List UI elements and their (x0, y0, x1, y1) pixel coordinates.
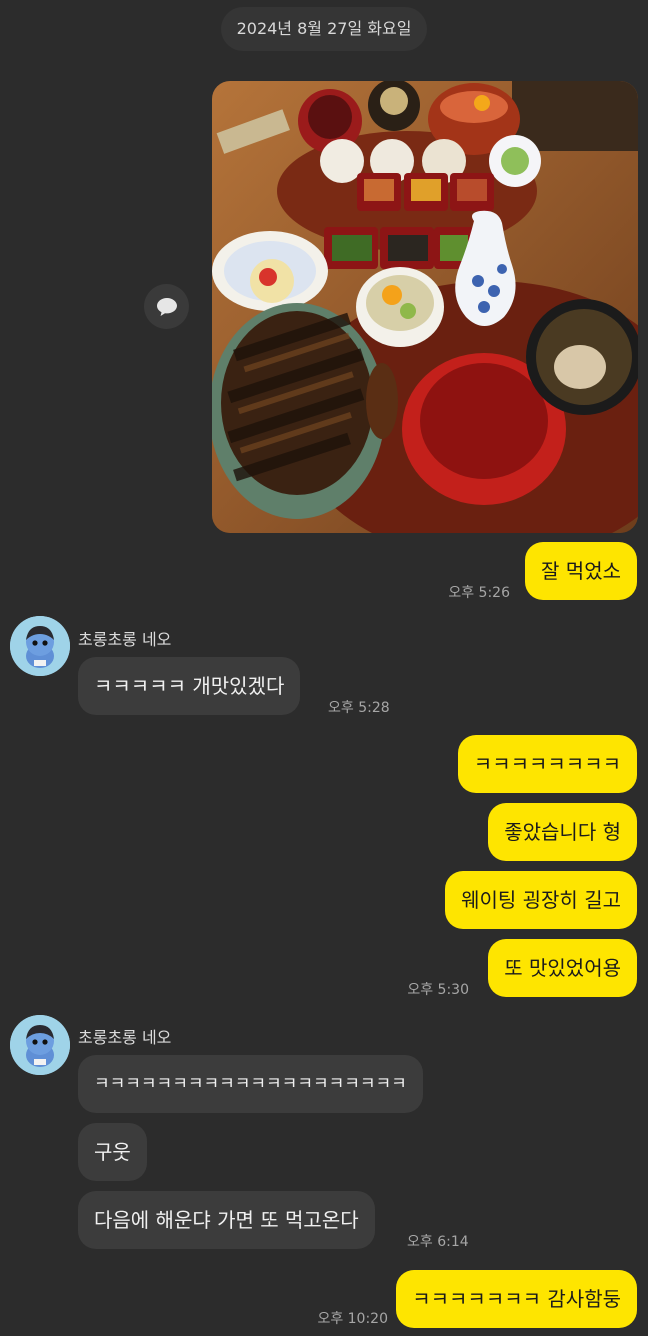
message-time: 오후 6:14 (407, 1234, 469, 1250)
their-message-bubble[interactable]: ㅋㅋㅋㅋㅋ 개맛있겠다 (78, 657, 301, 715)
their-message-bubble[interactable]: 다음에 해운댜 가면 또 먹고온다 (78, 1191, 375, 1249)
message-time: 오후 10:20 (317, 1311, 388, 1327)
my-message-bubble[interactable]: 잘 먹었소 (525, 542, 637, 600)
message-time: 오후 5:26 (448, 585, 510, 601)
date-divider: 2024년 8월 27일 화요일 (221, 7, 427, 51)
neo-character-icon (10, 616, 70, 676)
message-time: 오후 5:30 (407, 982, 469, 998)
food-photo[interactable] (212, 81, 638, 533)
their-message-bubble[interactable]: 구웃 (78, 1123, 147, 1181)
my-message-bubble[interactable]: 웨이팅 굉장히 길고 (445, 871, 637, 929)
message-time: 오후 5:28 (328, 700, 390, 716)
my-message-bubble[interactable]: ㅋㅋㅋㅋㅋㅋㅋㅋ (457, 735, 637, 793)
my-message-bubble[interactable]: 좋았습니다 형 (488, 803, 637, 861)
avatar[interactable] (10, 1015, 70, 1075)
their-message-bubble[interactable]: ㅋㅋㅋㅋㅋㅋㅋㅋㅋㅋㅋㅋㅋㅋㅋㅋㅋㅋㅋㅋ (78, 1055, 423, 1113)
sender-name: 초롱초롱 네오 (78, 1028, 172, 1047)
avatar[interactable] (10, 616, 70, 676)
speech-bubble-icon (156, 297, 177, 316)
food-photo-illustration (212, 81, 638, 533)
sender-name: 초롱초롱 네오 (78, 630, 172, 649)
my-message-bubble[interactable]: ㅋㅋㅋㅋㅋㅋㅋ 감사함둥 (396, 1270, 637, 1328)
share-button[interactable] (144, 284, 189, 329)
my-message-bubble[interactable]: 또 맛있었어용 (488, 939, 637, 997)
neo-character-icon (10, 1015, 70, 1075)
